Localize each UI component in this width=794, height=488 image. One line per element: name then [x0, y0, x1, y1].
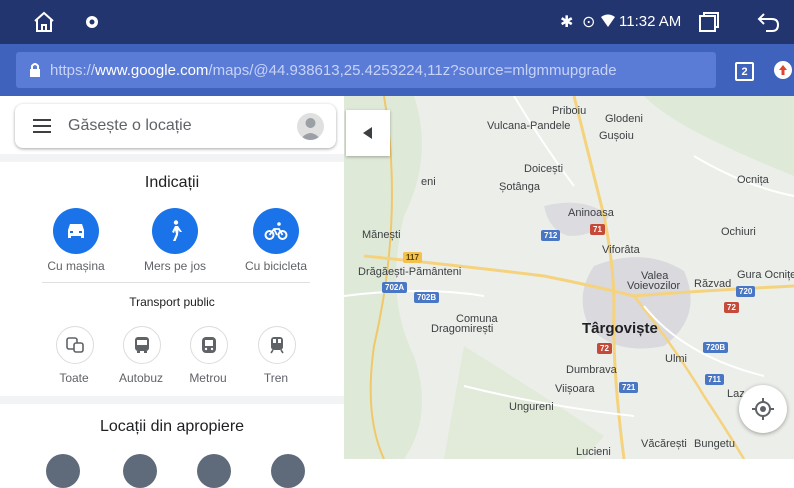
- road-shield: 72: [724, 302, 739, 313]
- road-shield: 71: [590, 224, 605, 235]
- road-shield: 72: [597, 343, 612, 354]
- transit-bus-button[interactable]: [123, 326, 161, 364]
- url-prefix: https://: [50, 61, 96, 79]
- side-panel: Găsește o locație Indicații Cu mașina Me…: [0, 96, 344, 488]
- bus-icon: [135, 337, 149, 353]
- bike-icon: [264, 222, 288, 240]
- address-bar[interactable]: https://www.google.com/maps/@44.938613,2…: [16, 52, 716, 88]
- browser-toolbar: https://www.google.com/maps/@44.938613,2…: [0, 44, 794, 96]
- road-shield: 720: [736, 286, 756, 297]
- bike-button[interactable]: [253, 208, 299, 254]
- divider: [42, 282, 310, 283]
- walk-button[interactable]: [152, 208, 198, 254]
- nearby-category-button[interactable]: [46, 454, 80, 488]
- map-label: Șotânga: [499, 181, 540, 193]
- menu-icon[interactable]: [33, 119, 51, 133]
- transit-subway-button[interactable]: [190, 326, 228, 364]
- map-label: Bungetu: [694, 438, 735, 450]
- train-icon: [270, 337, 284, 354]
- map-canvas[interactable]: Priboiu Glodeni Vulcana-Pandele Gușoiu D…: [344, 96, 794, 459]
- transit-all-button[interactable]: [56, 326, 94, 364]
- map-label: Priboiu: [552, 105, 587, 117]
- collapse-panel-button[interactable]: [346, 110, 390, 156]
- car-icon: [68, 224, 84, 238]
- map-label: Gușoiu: [599, 130, 634, 142]
- nearby-category-button[interactable]: [197, 454, 231, 488]
- road-shield: 711: [705, 374, 724, 385]
- avatar[interactable]: [297, 113, 324, 140]
- transit-train-label: Tren: [263, 371, 289, 385]
- road-shield: 117: [403, 252, 422, 263]
- status-bar: ✱ ⊙ 11:32 AM: [0, 0, 794, 44]
- url-path: /maps/@44.938613,25.4253224,11z?source=m…: [208, 61, 617, 79]
- arrow-up-icon: [779, 65, 787, 75]
- back-icon[interactable]: [756, 11, 780, 33]
- search-box[interactable]: Găsește o locație: [15, 104, 336, 148]
- map-label: Dumbrava: [566, 364, 617, 376]
- map-label: eni: [421, 176, 436, 188]
- walk-icon: [172, 220, 182, 241]
- url-host: www.google.com: [95, 61, 209, 79]
- map-label: Vulcana-Pandele: [487, 120, 571, 132]
- lock-icon: [30, 63, 40, 77]
- walk-label: Mers pe jos: [143, 259, 207, 273]
- clock: 11:32 AM: [619, 13, 682, 30]
- home-icon[interactable]: [32, 10, 56, 34]
- map-label: Ulmi: [665, 353, 687, 365]
- road-shield: 721: [619, 382, 639, 393]
- url-text: https://www.google.com/maps/@44.938613,2…: [50, 62, 617, 79]
- bluetooth-icon: ✱: [560, 14, 574, 31]
- user-icon: [300, 118, 321, 140]
- map-label: Răzvad: [694, 278, 732, 290]
- road-shield: 720B: [703, 342, 729, 353]
- wifi-icon: [601, 14, 615, 27]
- recents-icon[interactable]: [698, 11, 720, 33]
- section-separator: [0, 154, 344, 162]
- all-transit-icon: [66, 337, 84, 353]
- my-location-button[interactable]: [739, 385, 787, 433]
- map-label: Ungureni: [509, 401, 554, 413]
- map-label: Drăgăești-Pământeni: [358, 266, 462, 278]
- nearby-category-button[interactable]: [123, 454, 157, 488]
- directions-title: Indicații: [144, 174, 200, 191]
- drive-label: Cu mașina: [47, 259, 105, 273]
- update-menu-button[interactable]: [774, 61, 792, 79]
- road-shield: 702A: [382, 282, 408, 293]
- map-label: Lucieni: [576, 446, 611, 458]
- transit-title: Transport public: [129, 295, 215, 309]
- subway-icon: [202, 337, 216, 353]
- nearby-category-button[interactable]: [271, 454, 305, 488]
- nearby-title: Locații din apropiere: [99, 418, 245, 435]
- section-separator: [0, 396, 344, 404]
- map-city-label: Târgoviște: [582, 320, 658, 337]
- map-label: Mănești: [362, 229, 401, 241]
- tab-switcher-button[interactable]: 2: [735, 62, 754, 81]
- location-icon: ⊙: [582, 14, 596, 31]
- map-label: Doicești: [524, 163, 564, 175]
- map-label: Ocnița: [737, 174, 769, 186]
- map-label: Văcărești: [641, 438, 687, 450]
- map-label: Viișoara: [555, 383, 595, 395]
- search-input[interactable]: Găsește o locație: [68, 117, 192, 135]
- map-label: Voievozilor: [627, 280, 681, 292]
- map-label: Ochiuri: [721, 226, 756, 238]
- caret-left-icon: [363, 127, 372, 139]
- map-label: Gura Ocniței: [737, 269, 794, 281]
- map-label: Glodeni: [605, 113, 643, 125]
- map-label: Viforâta: [602, 244, 640, 256]
- settings-icon: [86, 16, 98, 28]
- drive-button[interactable]: [53, 208, 99, 254]
- road-shield: 702B: [414, 292, 440, 303]
- transit-train-button[interactable]: [258, 326, 296, 364]
- map-label: Aninoasa: [568, 207, 614, 219]
- map-label: Dragomirești: [431, 323, 494, 335]
- road-shield: 712: [541, 230, 561, 241]
- crosshair-icon: [752, 398, 774, 420]
- bike-label: Cu bicicleta: [244, 259, 308, 273]
